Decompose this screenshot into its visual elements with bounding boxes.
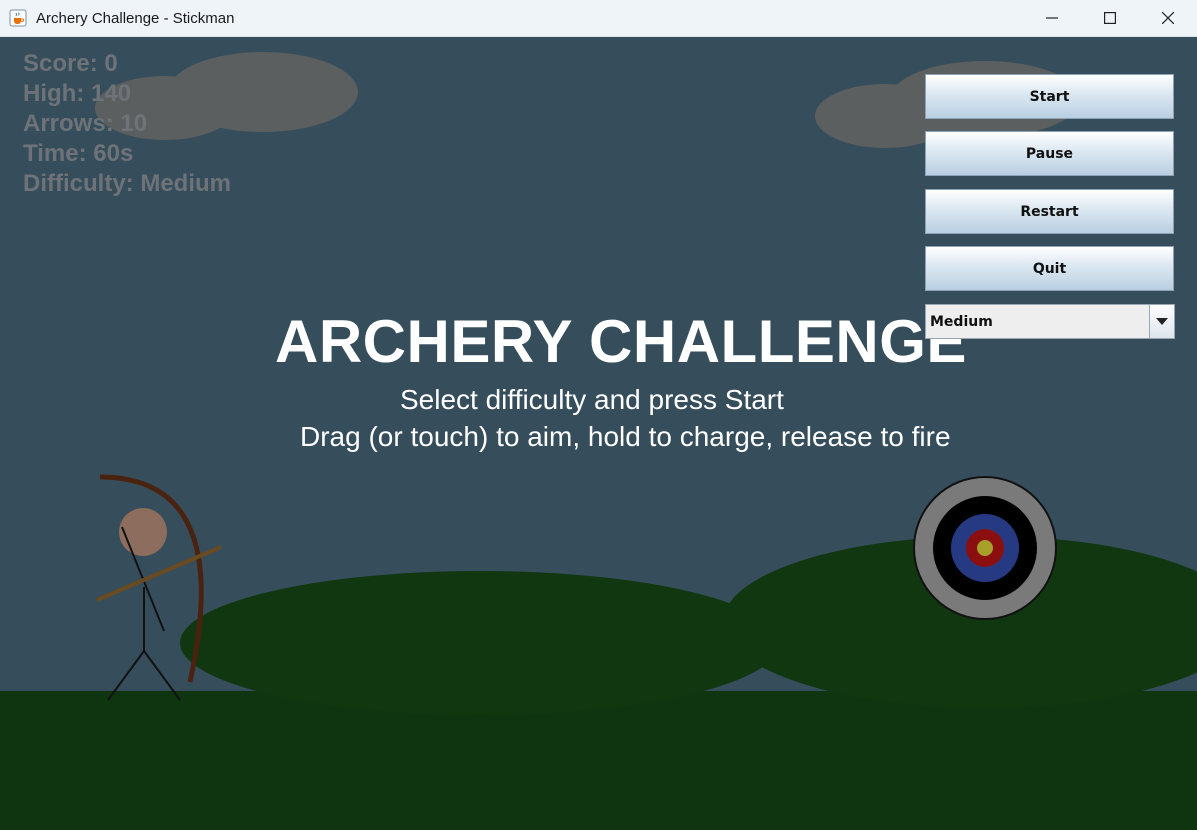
java-cup-icon bbox=[9, 9, 27, 27]
close-button[interactable] bbox=[1139, 0, 1197, 36]
chevron-down-icon bbox=[1156, 317, 1168, 325]
time-label: Time: 60s bbox=[23, 140, 134, 167]
restart-button[interactable]: Restart bbox=[925, 189, 1174, 234]
maximize-icon bbox=[1104, 12, 1116, 24]
instruction-line-2: Drag (or touch) to aim, hold to charge, … bbox=[300, 421, 951, 452]
maximize-button[interactable] bbox=[1081, 0, 1139, 36]
game-canvas[interactable]: Score: 0 High: 140 Arrows: 10 Time: 60s … bbox=[0, 37, 1197, 830]
pause-button[interactable]: Pause bbox=[925, 131, 1174, 176]
minimize-button[interactable] bbox=[1023, 0, 1081, 36]
ground bbox=[0, 691, 1197, 830]
window-titlebar: Archery Challenge - Stickman bbox=[0, 0, 1197, 37]
difficulty-label: Difficulty: Medium bbox=[23, 170, 231, 197]
instruction-line-1: Select difficulty and press Start bbox=[400, 384, 784, 415]
arrows-label: Arrows: 10 bbox=[23, 110, 148, 137]
minimize-icon bbox=[1046, 17, 1058, 19]
close-icon bbox=[1162, 12, 1174, 24]
score-label: Score: 0 bbox=[23, 50, 118, 77]
window-title: Archery Challenge - Stickman bbox=[36, 10, 235, 27]
high-score-label: High: 140 bbox=[23, 80, 132, 107]
game-title: ARCHERY CHALLENGE bbox=[275, 308, 967, 375]
difficulty-dropdown-button[interactable] bbox=[1149, 305, 1174, 338]
archery-target bbox=[913, 476, 1057, 620]
hill-left bbox=[180, 571, 780, 715]
start-button[interactable]: Start bbox=[925, 74, 1174, 119]
difficulty-select-value: Medium bbox=[930, 314, 993, 330]
difficulty-select[interactable]: Medium bbox=[925, 304, 1175, 339]
hud: Score: 0 High: 140 Arrows: 10 Time: 60s … bbox=[23, 49, 231, 199]
quit-button[interactable]: Quit bbox=[925, 246, 1174, 291]
